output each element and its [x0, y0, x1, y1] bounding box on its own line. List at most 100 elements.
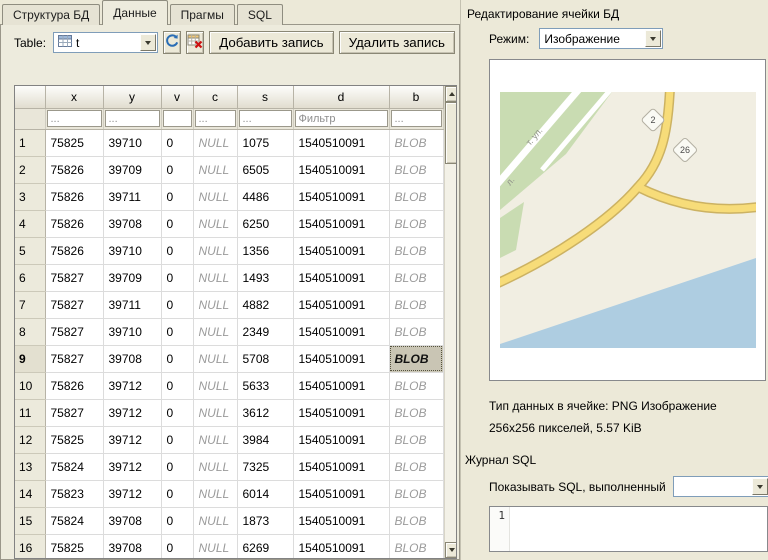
cell-x[interactable]: 75827 — [45, 399, 103, 426]
cell-d[interactable]: 1540510091 — [293, 426, 389, 453]
cell-b[interactable]: BLOB — [389, 534, 443, 559]
cell-d[interactable]: 1540510091 — [293, 156, 389, 183]
cell-x[interactable]: 75826 — [45, 210, 103, 237]
cell-s[interactable]: 6250 — [237, 210, 293, 237]
cell-x[interactable]: 75827 — [45, 345, 103, 372]
filter-input-y[interactable] — [105, 110, 160, 127]
filter-input-v[interactable] — [163, 110, 192, 127]
cell-d[interactable]: 1540510091 — [293, 372, 389, 399]
sql-filter-select[interactable] — [673, 476, 768, 497]
cell-s[interactable]: 3984 — [237, 426, 293, 453]
scroll-up-button[interactable] — [445, 86, 458, 102]
cell-s[interactable]: 5708 — [237, 345, 293, 372]
cell-y[interactable]: 39710 — [103, 318, 161, 345]
cell-x[interactable]: 75825 — [45, 534, 103, 559]
cell-x[interactable]: 75826 — [45, 372, 103, 399]
cell-s[interactable]: 6014 — [237, 480, 293, 507]
cell-s[interactable]: 3612 — [237, 399, 293, 426]
cell-x[interactable]: 75827 — [45, 264, 103, 291]
sql-log-area[interactable]: 1 — [489, 506, 768, 552]
cell-x[interactable]: 75824 — [45, 453, 103, 480]
cell-s[interactable]: 6269 — [237, 534, 293, 559]
cell-d[interactable]: 1540510091 — [293, 480, 389, 507]
delete-record-button[interactable]: Удалить запись — [339, 31, 455, 54]
tab-browse-data[interactable]: Данные — [102, 0, 167, 25]
cell-b[interactable]: BLOB — [389, 426, 443, 453]
filter-input-x[interactable] — [47, 110, 102, 127]
cell-v[interactable]: 0 — [161, 480, 193, 507]
cell-s[interactable]: 6505 — [237, 156, 293, 183]
row-number[interactable]: 6 — [15, 264, 45, 291]
cell-b[interactable]: BLOB — [389, 183, 443, 210]
cell-v[interactable]: 0 — [161, 183, 193, 210]
filter-input-s[interactable] — [239, 110, 292, 127]
cell-y[interactable]: 39712 — [103, 480, 161, 507]
row-number[interactable]: 1 — [15, 129, 45, 156]
cell-v[interactable]: 0 — [161, 129, 193, 156]
cell-y[interactable]: 39708 — [103, 210, 161, 237]
column-header-x[interactable]: x — [45, 86, 103, 108]
cell-c[interactable]: NULL — [193, 156, 237, 183]
cell-y[interactable]: 39708 — [103, 507, 161, 534]
cell-s[interactable]: 5633 — [237, 372, 293, 399]
cell-d[interactable]: 1540510091 — [293, 264, 389, 291]
refresh-button[interactable] — [163, 31, 181, 54]
row-number[interactable]: 10 — [15, 372, 45, 399]
cell-v[interactable]: 0 — [161, 237, 193, 264]
row-number[interactable]: 9 — [15, 345, 45, 372]
cell-x[interactable]: 75827 — [45, 318, 103, 345]
cell-c[interactable]: NULL — [193, 453, 237, 480]
cell-d[interactable]: 1540510091 — [293, 399, 389, 426]
tab-db-structure[interactable]: Структура БД — [2, 4, 100, 25]
row-number[interactable]: 5 — [15, 237, 45, 264]
cell-x[interactable]: 75826 — [45, 237, 103, 264]
cell-s[interactable]: 2349 — [237, 318, 293, 345]
cell-v[interactable]: 0 — [161, 426, 193, 453]
sql-filter-dropdown-button[interactable] — [752, 478, 768, 495]
column-header-s[interactable]: s — [237, 86, 293, 108]
cell-y[interactable]: 39712 — [103, 453, 161, 480]
scroll-down-button[interactable] — [445, 542, 458, 558]
cell-d[interactable]: 1540510091 — [293, 453, 389, 480]
cell-d[interactable]: 1540510091 — [293, 129, 389, 156]
clear-filters-button[interactable] — [186, 31, 204, 54]
cell-y[interactable]: 39709 — [103, 156, 161, 183]
filter-input-d[interactable] — [295, 110, 388, 127]
cell-y[interactable]: 39712 — [103, 399, 161, 426]
cell-c[interactable]: NULL — [193, 291, 237, 318]
cell-d[interactable]: 1540510091 — [293, 507, 389, 534]
row-number[interactable]: 11 — [15, 399, 45, 426]
cell-b[interactable]: BLOB — [389, 156, 443, 183]
cell-y[interactable]: 39710 — [103, 237, 161, 264]
cell-y[interactable]: 39710 — [103, 129, 161, 156]
cell-x[interactable]: 75826 — [45, 183, 103, 210]
cell-c[interactable]: NULL — [193, 318, 237, 345]
table-select-dropdown-button[interactable] — [140, 34, 156, 51]
cell-c[interactable]: NULL — [193, 426, 237, 453]
cell-b[interactable]: BLOB — [389, 399, 443, 426]
row-number[interactable]: 16 — [15, 534, 45, 559]
cell-b[interactable]: BLOB — [389, 480, 443, 507]
cell-v[interactable]: 0 — [161, 453, 193, 480]
column-header-v[interactable]: v — [161, 86, 193, 108]
cell-b[interactable]: BLOB — [389, 291, 443, 318]
cell-d[interactable]: 1540510091 — [293, 291, 389, 318]
cell-d[interactable]: 1540510091 — [293, 318, 389, 345]
cell-v[interactable]: 0 — [161, 318, 193, 345]
cell-c[interactable]: NULL — [193, 183, 237, 210]
cell-c[interactable]: NULL — [193, 129, 237, 156]
cell-b[interactable]: BLOB — [389, 345, 443, 372]
cell-y[interactable]: 39708 — [103, 345, 161, 372]
cell-x[interactable]: 75823 — [45, 480, 103, 507]
column-header-d[interactable]: d — [293, 86, 389, 108]
cell-x[interactable]: 75825 — [45, 426, 103, 453]
cell-v[interactable]: 0 — [161, 534, 193, 559]
cell-x[interactable]: 75827 — [45, 291, 103, 318]
filter-input-b[interactable] — [391, 110, 442, 127]
cell-s[interactable]: 4882 — [237, 291, 293, 318]
cell-y[interactable]: 39712 — [103, 372, 161, 399]
cell-c[interactable]: NULL — [193, 399, 237, 426]
cell-c[interactable]: NULL — [193, 507, 237, 534]
cell-b[interactable]: BLOB — [389, 129, 443, 156]
row-number[interactable]: 3 — [15, 183, 45, 210]
